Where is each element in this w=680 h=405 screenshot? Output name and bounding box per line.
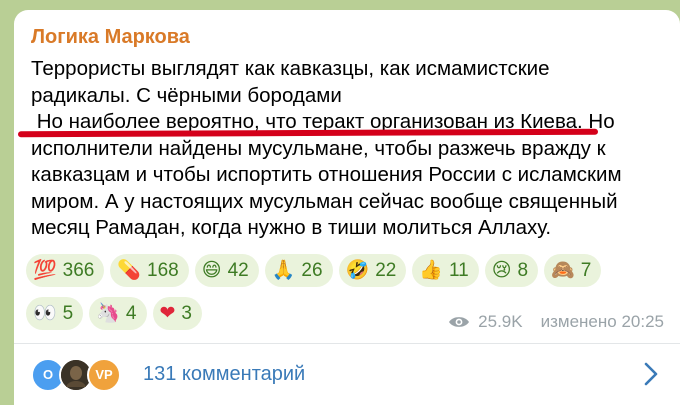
reaction-chip[interactable]: 👍 11: [412, 254, 479, 287]
see-no-evil-monkey-icon: 🙈: [551, 259, 575, 281]
reaction-count: 42: [227, 259, 249, 281]
avatar: VP: [87, 357, 121, 392]
reaction-chip[interactable]: 💊 168: [110, 254, 189, 287]
reaction-count: 5: [62, 302, 74, 324]
reaction-count: 3: [181, 302, 192, 324]
grinning-face-icon: 😄: [201, 259, 222, 281]
eye-icon: [449, 317, 470, 327]
thumbs-up-icon: 👍: [419, 259, 443, 281]
comments-button[interactable]: O VP 131 комментарий: [14, 344, 680, 405]
reaction-count: 22: [375, 259, 397, 281]
reaction-count: 4: [125, 302, 137, 324]
reaction-chip[interactable]: 💯 366: [26, 254, 105, 287]
rofl-face-icon: 🤣: [345, 259, 370, 281]
reaction-chip[interactable]: 😢 8: [484, 254, 539, 287]
views-count: 25.9K: [478, 312, 523, 331]
reaction-chip[interactable]: 🤣 22: [338, 254, 407, 287]
reaction-count: 26: [301, 259, 323, 281]
reaction-chip[interactable]: 🙏 26: [264, 254, 333, 287]
folded-hands-icon: 🙏: [271, 259, 296, 281]
hundred-points-icon: 💯: [33, 259, 57, 281]
edited-timestamp: изменено 20:25: [540, 312, 664, 331]
reaction-chip[interactable]: ❤ 3: [152, 297, 202, 330]
message-line: миром. А у настоящих мусульман сейчас во…: [31, 189, 618, 213]
message-line: радикалы. С чёрными бородами: [31, 83, 342, 107]
message-line: месяц Рамадан, когда нужно в тиши молить…: [31, 216, 552, 239]
pill-icon: 💊: [117, 259, 142, 281]
reaction-chip[interactable]: 🦄 4: [89, 297, 147, 330]
reaction-count: 7: [580, 259, 592, 281]
reaction-count: 366: [62, 259, 95, 281]
message-meta: 25.9K изменено 20:25: [448, 312, 664, 332]
crying-face-icon: 😢: [491, 259, 512, 281]
red-heart-icon: ❤: [159, 302, 176, 324]
reaction-count: 168: [147, 259, 179, 281]
eyes-icon: 👀: [33, 302, 57, 324]
message-line: кавказцам и чтобы испортить отношения Ро…: [31, 163, 622, 186]
channel-name[interactable]: Логика Маркова: [31, 26, 190, 49]
commenter-avatars: O VP: [31, 355, 141, 395]
reaction-chip[interactable]: 🙈 7: [544, 254, 602, 287]
reaction-count: 8: [517, 259, 529, 281]
message-line: исполнители найдены мусульмане, чтобы ра…: [31, 136, 606, 160]
reaction-chip[interactable]: 😄 42: [194, 254, 259, 287]
comments-count-label: 131 комментарий: [143, 363, 306, 385]
unicorn-icon: 🦄: [96, 302, 120, 324]
message-line: Террористы выглядят как кавказцы, как ис…: [31, 57, 550, 80]
reaction-count: 11: [449, 259, 469, 281]
message-text: Террористы выглядят как кавказцы, как ис…: [31, 56, 651, 242]
reaction-chip[interactable]: 👀 5: [26, 297, 84, 330]
chevron-right-icon: [644, 362, 658, 386]
